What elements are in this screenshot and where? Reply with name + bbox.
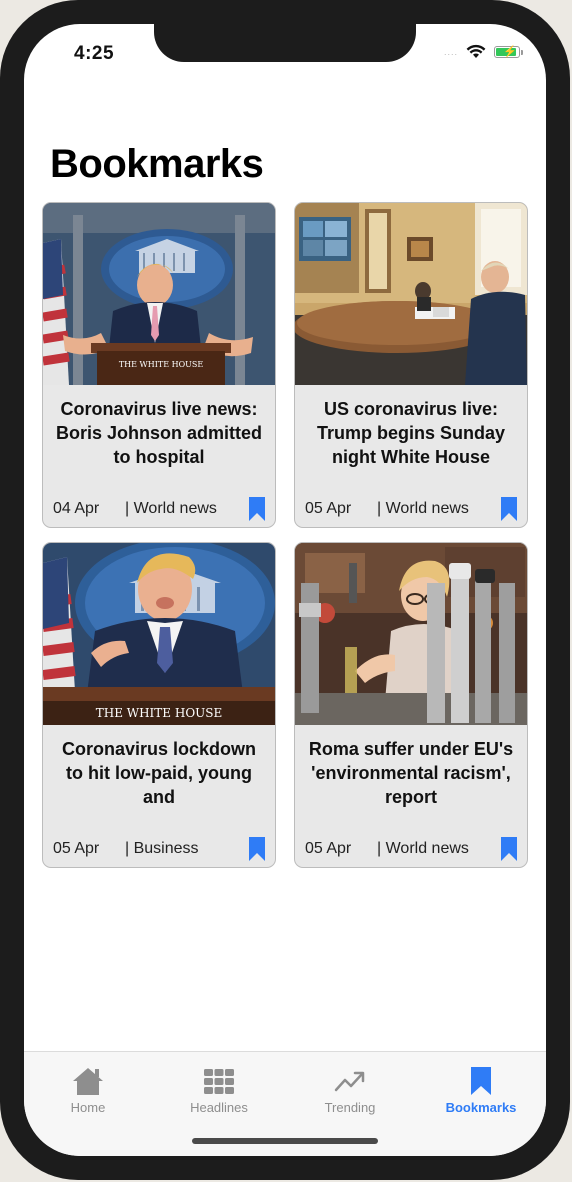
article-date: 05 Apr [305,840,352,857]
podium-label-text: THE WHITE HOUSE [96,706,223,720]
status-indicators: .... ⚡ [443,44,523,59]
status-time: 4:25 [74,43,115,64]
tab-headlines[interactable]: Headlines [169,1066,269,1115]
podium-label-text: THE WHITE HOUSE [119,360,204,369]
article-title: Roma suffer under EU's 'environmental ra… [308,739,514,807]
page-title: Bookmarks [50,142,264,186]
battery-icon: ⚡ [494,45,523,58]
article-title: Coronavirus lockdown to hit low-paid, yo… [61,739,257,807]
tab-home[interactable]: Home [38,1066,138,1115]
battery-cap [521,49,523,55]
tab-label: Trending [324,1100,376,1115]
article-title: Coronavirus live news: Boris Johnson adm… [55,399,262,467]
phone-frame: 4:25 .... ⚡ Bookmarks THE WHITE HOUSE Co… [0,0,570,1180]
bookmark-icon [471,1067,491,1095]
bar-beer-tap-photo [295,543,527,725]
article-category: | World news [125,500,217,517]
tab-label: Home [70,1100,106,1115]
app-screen: 4:25 .... ⚡ Bookmarks THE WHITE HOUSE Co… [24,24,546,1156]
bookmark-icon[interactable] [499,497,519,521]
bookmark-card[interactable]: US coronavirus live: Trump begins Sunday… [294,202,528,528]
tab-label: Bookmarks [445,1100,517,1115]
article-date: 05 Apr [305,500,352,517]
article-title: US coronavirus live: Trump begins Sunday… [316,399,506,467]
card-footer: 05 Apr | World news [305,497,519,521]
tab-label: Headlines [190,1100,248,1115]
bookmarks-grid: THE WHITE HOUSE Coronavirus live news: B… [42,202,528,868]
bookmark-card[interactable]: THE WHITE HOUSE Coronavirus lockdown to … [42,542,276,868]
article-date: 05 Apr [53,840,100,857]
article-category: | World news [377,500,469,517]
bookmark-card[interactable]: Roma suffer under EU's 'environmental ra… [294,542,528,868]
white-house-podium-photo: THE WHITE HOUSE [43,543,275,725]
trending-icon [334,1071,365,1092]
cellular-signal-icon: .... [443,46,458,57]
wifi-icon [466,44,486,58]
article-category: | World news [377,840,469,857]
press-briefing-photo: THE WHITE HOUSE [43,203,275,385]
tab-trending[interactable]: Trending [300,1066,400,1115]
device-notch [154,24,416,62]
bookmark-icon[interactable] [499,837,519,861]
bookmark-icon[interactable] [247,497,267,521]
card-footer: 04 Apr | World news [53,497,267,521]
article-date: 04 Apr [53,500,100,517]
grid-icon [204,1069,234,1094]
card-footer: 05 Apr | Business [53,837,267,861]
bookmark-icon[interactable] [247,837,267,861]
office-meeting-photo [295,203,527,385]
card-footer: 05 Apr | World news [305,837,519,861]
article-category: | Business [125,840,199,857]
charging-bolt-icon: ⚡ [503,45,517,58]
home-icon [73,1068,103,1095]
bookmark-card[interactable]: THE WHITE HOUSE Coronavirus live news: B… [42,202,276,528]
tab-bookmarks[interactable]: Bookmarks [431,1066,531,1115]
home-indicator[interactable] [192,1138,378,1144]
